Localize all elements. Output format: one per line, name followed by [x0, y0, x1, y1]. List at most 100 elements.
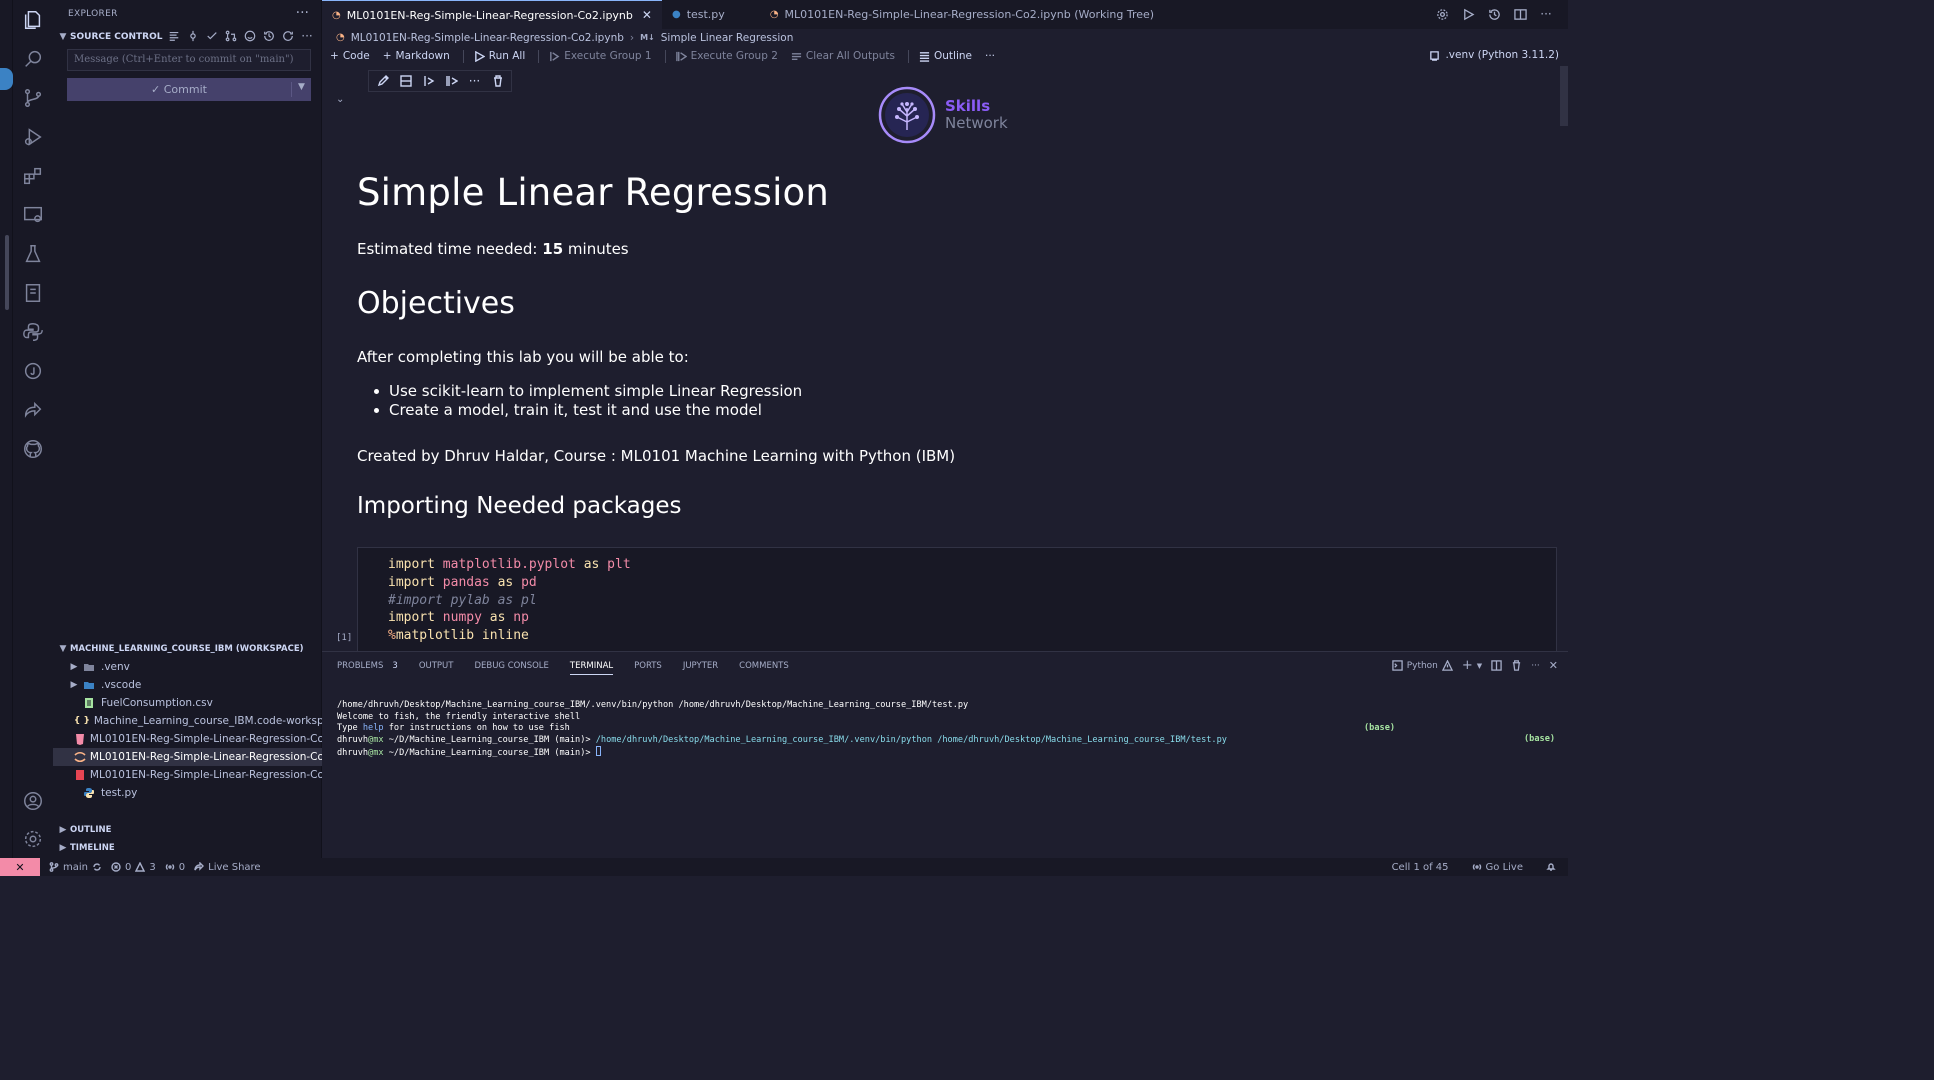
testing-icon[interactable] [21, 242, 45, 266]
run-play-icon[interactable] [1460, 6, 1476, 22]
more-icon[interactable]: ··· [463, 71, 486, 91]
problems-indicator[interactable]: 03 [111, 862, 156, 873]
explorer-icon[interactable] [21, 8, 45, 32]
execute-group-1-button[interactable]: Execute Group 1 [549, 50, 652, 62]
notebook-icon[interactable] [21, 281, 45, 305]
source-control-header[interactable]: ▼ SOURCE CONTROL ··· [53, 28, 322, 46]
objectives-list: Use scikit-learn to implement simple Lin… [357, 382, 802, 420]
code-line: import matplotlib.pyplot as plt [388, 557, 631, 572]
code-line: import numpy as np [388, 610, 529, 626]
notifications-bell-icon[interactable] [1546, 862, 1556, 872]
settings-gear-icon[interactable] [1434, 6, 1450, 22]
vscode-folder-icon [81, 678, 97, 692]
more-icon[interactable]: ··· [1531, 661, 1540, 671]
breadcrumb-section[interactable]: Simple Linear Regression [661, 32, 794, 44]
tree-item-vscode[interactable]: ▶ .vscode [53, 676, 322, 694]
more-icon[interactable]: ··· [1538, 6, 1554, 22]
tab-test-py[interactable]: ● test.py [662, 0, 759, 29]
tab-ports[interactable]: PORTS [634, 652, 662, 680]
search-icon[interactable] [21, 47, 45, 71]
split-terminal-icon[interactable] [1491, 660, 1502, 671]
tab-comments[interactable]: COMMENTS [739, 652, 789, 680]
tab-notebook[interactable]: ◔ ML0101EN-Reg-Simple-Linear-Regression-… [322, 0, 662, 29]
view-as-list-icon[interactable] [167, 28, 181, 44]
logo-text-skills: Skills [945, 97, 991, 115]
remote-indicator-icon[interactable]: ✕ [0, 858, 40, 876]
add-code-button[interactable]: + Code [330, 50, 370, 62]
terminal-profile[interactable]: Python [1391, 660, 1453, 671]
cell-indicator[interactable]: Cell 1 of 45 [1392, 862, 1449, 873]
more-actions-icon[interactable]: ··· [296, 5, 309, 21]
tree-item-workspace[interactable]: ▶ { } Machine_Learning_course_IBM.code-w… [53, 712, 322, 730]
tree-item-csv[interactable]: ▶ FuelConsumption.csv [53, 694, 322, 712]
workspace-header[interactable]: ▼ MACHINE_LEARNING_COURSE_IBM (WORKSPACE… [53, 641, 322, 657]
live-share-icon[interactable] [21, 398, 45, 422]
kill-terminal-trash-icon[interactable] [1511, 660, 1522, 671]
refresh-icon[interactable] [281, 28, 295, 44]
branch-indicator[interactable]: main [49, 862, 102, 873]
terminal-output[interactable]: /home/dhruvh/Desktop/Machine_Learning_co… [337, 689, 1562, 782]
tree-item-notebook[interactable]: ▶ ML0101EN-Reg-Simple-Linear-Regression-… [53, 748, 322, 766]
list-item: Create a model, train it, test it and us… [357, 401, 802, 420]
split-cell-icon[interactable] [394, 71, 417, 91]
code-cell[interactable]: import matplotlib.pyplot as plt import p… [357, 547, 1557, 651]
commit-button[interactable]: ✓ Commit ▼ [67, 78, 311, 101]
checkmark-icon[interactable] [205, 28, 219, 44]
tab-debug-console[interactable]: DEBUG CONSOLE [474, 652, 548, 680]
ports-indicator[interactable]: 0 [165, 862, 185, 873]
commit-message-input[interactable]: Message (Ctrl+Enter to commit on "main") [67, 49, 311, 71]
execute-group-2-button[interactable]: Execute Group 2 [675, 50, 778, 62]
pull-request-icon[interactable] [224, 28, 238, 44]
split-editor-icon[interactable] [1512, 6, 1528, 22]
notebook-scrollbar[interactable] [1560, 66, 1568, 126]
tree-item-html[interactable]: ▶ ML0101EN-Reg-Simple-Linear-Regression-… [53, 730, 322, 748]
edit-pencil-icon[interactable] [371, 71, 394, 91]
source-control-icon[interactable] [21, 86, 45, 110]
tree-item-venv[interactable]: ▶ .venv [53, 658, 322, 676]
account-icon[interactable] [21, 789, 45, 813]
live-share-button[interactable]: Live Share [194, 862, 261, 873]
clear-all-outputs-button[interactable]: Clear All Outputs [791, 50, 895, 62]
execute-below-icon[interactable] [440, 71, 463, 91]
execute-above-icon[interactable] [417, 71, 440, 91]
remote-explorer-icon[interactable] [21, 203, 45, 227]
plus-icon: + [382, 50, 392, 62]
tab-output[interactable]: OUTPUT [419, 652, 454, 680]
add-markdown-button[interactable]: + Markdown [383, 50, 450, 62]
github-icon[interactable] [21, 437, 45, 461]
open-changes-icon[interactable] [1486, 6, 1502, 22]
breadcrumb-file[interactable]: ML0101EN-Reg-Simple-Linear-Regression-Co… [351, 32, 624, 44]
jupyter-icon[interactable] [21, 359, 45, 383]
close-panel-icon[interactable]: ✕ [1549, 659, 1558, 672]
outline-section[interactable]: ▶ OUTLINE [53, 822, 322, 838]
code-line: import pandas as pd [388, 574, 537, 590]
settings-gear-icon[interactable] [21, 827, 45, 851]
tab-terminal[interactable]: TERMINAL [569, 652, 614, 680]
history-icon[interactable] [262, 28, 276, 44]
extensions-icon[interactable] [21, 164, 45, 188]
objectives-intro: After completing this lab you will be ab… [357, 348, 689, 366]
python-icon[interactable] [21, 320, 45, 344]
new-terminal-button[interactable]: + ▼ [1462, 658, 1482, 673]
scroll-grip[interactable] [5, 235, 9, 310]
timeline-section[interactable]: ▶ TIMELINE [53, 840, 322, 856]
chevron-down-icon[interactable]: ⌄ [336, 94, 344, 105]
close-icon[interactable]: ✕ [642, 8, 652, 22]
tree-item-test-py[interactable]: ▶ test.py [53, 784, 322, 802]
commit-graph-icon[interactable] [186, 28, 200, 44]
tree-item-pdf[interactable]: ▶ ML0101EN-Reg-Simple-Linear-Regression-… [53, 766, 322, 784]
emoji-icon[interactable] [243, 28, 257, 44]
go-live-button[interactable]: Go Live [1472, 862, 1523, 873]
terminal-line: Welcome to fish, the friendly interactiv… [337, 711, 581, 722]
run-debug-icon[interactable] [21, 125, 45, 149]
kernel-picker[interactable]: .venv (Python 3.11.2) [1429, 49, 1559, 61]
commit-dropdown-chevron-icon[interactable]: ▼ [291, 82, 311, 97]
tab-jupyter[interactable]: JUPYTER [683, 652, 718, 680]
tab-notebook-working-tree[interactable]: ◔ ML0101EN-Reg-Simple-Linear-Regression-… [759, 0, 1164, 29]
more-icon[interactable]: ··· [985, 50, 995, 62]
outline-button[interactable]: Outline [919, 50, 972, 62]
more-icon[interactable]: ··· [300, 28, 314, 44]
delete-trash-icon[interactable] [486, 71, 509, 91]
run-all-button[interactable]: Run All [474, 50, 525, 62]
tab-problems[interactable]: PROBLEMS 3 [337, 652, 398, 680]
